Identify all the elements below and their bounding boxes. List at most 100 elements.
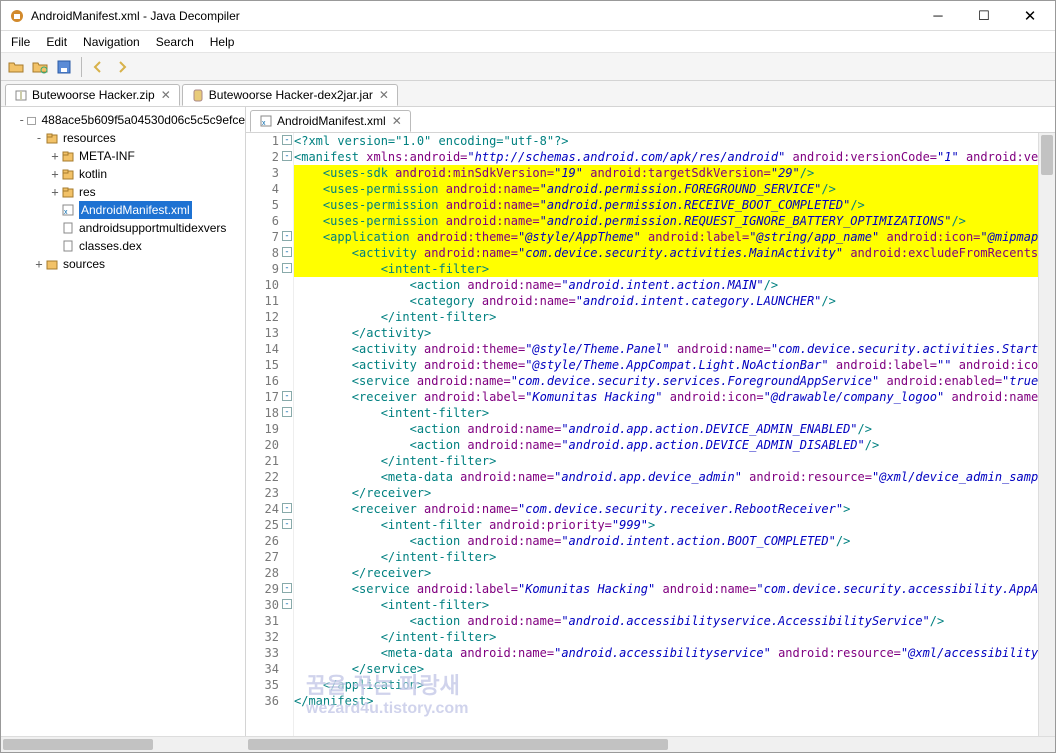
code-line[interactable]: <intent-filter> [294, 597, 1038, 613]
menu-file[interactable]: File [3, 32, 38, 52]
jar-icon [191, 88, 205, 102]
package-tree[interactable]: -488ace5b609f5a04530d06c5c5c9efce -resou… [1, 107, 246, 736]
code-line[interactable]: </intent-filter> [294, 453, 1038, 469]
tree-twisty[interactable]: - [33, 129, 45, 147]
tab-archive-1[interactable]: Butewoorse Hacker-dex2jar.jar ✕ [182, 84, 398, 106]
code-line[interactable]: <action android:name="android.accessibil… [294, 613, 1038, 629]
code-line[interactable]: </intent-filter> [294, 629, 1038, 645]
tree-twisty[interactable]: + [49, 147, 61, 165]
tree-twisty[interactable]: + [33, 255, 45, 273]
line-number: 35 [246, 677, 293, 693]
code-line[interactable]: <manifest xmlns:android="http://schemas.… [294, 149, 1038, 165]
code-line[interactable]: <meta-data android:name="android.app.dev… [294, 469, 1038, 485]
code-line[interactable]: <receiver android:name="com.device.secur… [294, 501, 1038, 517]
file-icon [61, 239, 75, 253]
code-line[interactable]: <uses-permission android:name="android.p… [294, 197, 1038, 213]
side-horizontal-scrollbar[interactable] [1, 736, 246, 752]
maximize-button[interactable]: ☐ [961, 1, 1007, 31]
fold-toggle[interactable]: - [282, 247, 292, 257]
open-type-button[interactable] [29, 56, 51, 78]
fold-toggle[interactable]: - [282, 503, 292, 513]
pkg-icon [61, 149, 75, 163]
menu-help[interactable]: Help [202, 32, 243, 52]
forward-button[interactable] [111, 56, 133, 78]
code-line[interactable]: <receiver android:label="Komunitas Hacki… [294, 389, 1038, 405]
tree-twisty[interactable]: + [49, 165, 61, 183]
code-line[interactable]: <action android:name="android.app.action… [294, 437, 1038, 453]
scrollbar-thumb[interactable] [248, 739, 668, 750]
fold-toggle[interactable]: - [282, 519, 292, 529]
code-line[interactable]: <?xml version="1.0" encoding="utf-8"?> [294, 133, 1038, 149]
code-line[interactable]: </receiver> [294, 565, 1038, 581]
code-line[interactable]: <meta-data android:name="android.accessi… [294, 645, 1038, 661]
code-line[interactable]: <uses-permission android:name="android.p… [294, 181, 1038, 197]
code-line[interactable]: <service android:name="com.device.securi… [294, 373, 1038, 389]
code-line[interactable]: <action android:name="android.app.action… [294, 421, 1038, 437]
code-line[interactable]: <activity android:name="com.device.secur… [294, 245, 1038, 261]
code-line[interactable]: <application android:theme="@style/AppTh… [294, 229, 1038, 245]
code-line[interactable]: </activity> [294, 325, 1038, 341]
code-line[interactable]: <action android:name="android.intent.act… [294, 533, 1038, 549]
code-line[interactable]: <intent-filter> [294, 405, 1038, 421]
window-title: AndroidManifest.xml - Java Decompiler [31, 9, 915, 23]
fold-toggle[interactable]: - [282, 135, 292, 145]
vertical-scrollbar[interactable] [1038, 133, 1055, 736]
code-line[interactable]: <category android:name="android.intent.c… [294, 293, 1038, 309]
tree-twisty[interactable]: - [17, 111, 26, 129]
code-line[interactable]: <uses-permission android:name="android.p… [294, 213, 1038, 229]
line-number: 6 [246, 213, 293, 229]
tree-item[interactable]: AndroidManifest.xml [79, 201, 192, 219]
fold-toggle[interactable]: - [282, 407, 292, 417]
code-line[interactable]: </intent-filter> [294, 309, 1038, 325]
open-file-button[interactable] [5, 56, 27, 78]
fold-toggle[interactable]: - [282, 151, 292, 161]
minimize-button[interactable]: ─ [915, 1, 961, 31]
code-line[interactable]: <action android:name="android.intent.act… [294, 277, 1038, 293]
tree-item[interactable]: classes.dex [79, 237, 142, 255]
code-line[interactable]: <service android:label="Komunitas Hackin… [294, 581, 1038, 597]
code-line[interactable]: <intent-filter> [294, 261, 1038, 277]
code-line[interactable]: </intent-filter> [294, 549, 1038, 565]
code-line[interactable]: </receiver> [294, 485, 1038, 501]
tree-item[interactable]: kotlin [79, 165, 107, 183]
back-button[interactable] [87, 56, 109, 78]
fold-toggle[interactable]: - [282, 263, 292, 273]
tree-twisty[interactable]: + [49, 183, 61, 201]
fold-toggle[interactable]: - [282, 599, 292, 609]
scrollbar-thumb[interactable] [3, 739, 153, 750]
code-line[interactable]: <uses-sdk android:minSdkVersion="19" and… [294, 165, 1038, 181]
line-number: 26 [246, 533, 293, 549]
tree-item[interactable]: res [79, 183, 96, 201]
close-icon[interactable]: ✕ [392, 114, 402, 128]
tree-item[interactable]: resources [63, 129, 116, 147]
fold-toggle[interactable]: - [282, 391, 292, 401]
editor-tabs: x AndroidManifest.xml ✕ [246, 107, 1055, 133]
tab-archive-0[interactable]: Butewoorse Hacker.zip ✕ [5, 84, 180, 106]
code-line[interactable]: <activity android:theme="@style/Theme.Ap… [294, 357, 1038, 373]
scrollbar-thumb[interactable] [1041, 135, 1053, 175]
code-area[interactable]: <?xml version="1.0" encoding="utf-8"?><m… [294, 133, 1038, 736]
xml-icon: x [61, 203, 75, 217]
editor-tab-manifest[interactable]: x AndroidManifest.xml ✕ [250, 110, 411, 132]
fold-toggle[interactable]: - [282, 583, 292, 593]
toolbar [1, 53, 1055, 81]
menu-search[interactable]: Search [148, 32, 202, 52]
close-icon[interactable]: ✕ [161, 88, 171, 102]
tree-item[interactable]: androidsupportmultidexvers [79, 219, 226, 237]
code-editor[interactable]: 1-2-34567-8-9-1011121314151617-18-192021… [246, 133, 1055, 736]
code-line[interactable]: <intent-filter android:priority="999"> [294, 517, 1038, 533]
editor-horizontal-scrollbar[interactable] [246, 736, 1055, 752]
line-number: 18- [246, 405, 293, 421]
close-icon[interactable]: ✕ [379, 88, 389, 102]
code-line[interactable]: <activity android:theme="@style/Theme.Pa… [294, 341, 1038, 357]
menu-edit[interactable]: Edit [38, 32, 75, 52]
line-number: 34 [246, 661, 293, 677]
line-number: 27 [246, 549, 293, 565]
tree-item[interactable]: META-INF [79, 147, 135, 165]
tree-root-label[interactable]: 488ace5b609f5a04530d06c5c5c9efce [41, 111, 245, 129]
fold-toggle[interactable]: - [282, 231, 292, 241]
tree-item[interactable]: sources [63, 255, 105, 273]
menu-navigation[interactable]: Navigation [75, 32, 148, 52]
save-button[interactable] [53, 56, 75, 78]
close-button[interactable]: ✕ [1007, 1, 1053, 31]
